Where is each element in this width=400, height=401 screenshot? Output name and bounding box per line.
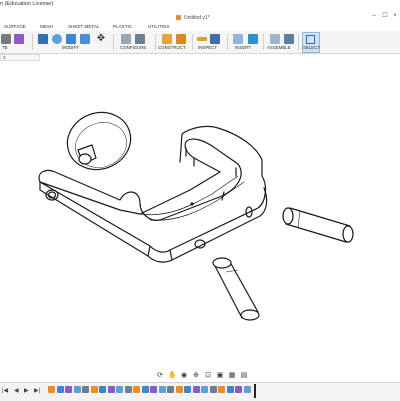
look-at-icon[interactable]: ◉: [180, 372, 188, 379]
tab-sheet-metal[interactable]: SHEET METAL: [68, 24, 99, 29]
insert-image-icon[interactable]: [248, 34, 258, 44]
pin-bottom: [212, 257, 260, 321]
viewport-icon[interactable]: ▤: [240, 372, 248, 379]
document-tab[interactable]: Untitled v1*: [176, 13, 210, 22]
fillet-icon[interactable]: [52, 34, 62, 44]
parameters-icon[interactable]: [121, 34, 131, 44]
timeline-feature-icon[interactable]: [116, 386, 123, 393]
separator: [298, 34, 299, 50]
group-assemble-label: ASSEMBLE: [267, 45, 291, 50]
timeline-feature-icon[interactable]: [192, 386, 200, 393]
configure-table-icon[interactable]: [135, 34, 145, 44]
timeline-feature-icon[interactable]: [48, 386, 55, 393]
timeline-play-button[interactable]: ▶: [24, 387, 29, 394]
midplane-icon[interactable]: [176, 34, 186, 44]
timeline-feature-icon[interactable]: [65, 386, 72, 393]
minimize-icon[interactable]: –: [370, 12, 378, 20]
timeline-feature-icon[interactable]: [158, 386, 166, 393]
title-bar: n (Education License): [0, 0, 400, 10]
separator: [263, 34, 264, 50]
ribbon-toolbar: TE ✥ MODIFY CONFIGURE CONSTRUCT INSPECT …: [0, 31, 400, 54]
orbit-icon[interactable]: ⟳: [156, 372, 164, 379]
group-inspect-label: INSPECT: [198, 45, 218, 50]
timeline-feature-icon[interactable]: [124, 386, 132, 393]
offset-plane-icon[interactable]: [162, 34, 172, 44]
group-configure-label: CONFIGURE: [120, 45, 147, 50]
timeline-feature-icon[interactable]: [184, 386, 191, 393]
grid-icon[interactable]: ▦: [228, 372, 236, 379]
chamfer-icon[interactable]: [66, 34, 76, 44]
insert-derive-icon[interactable]: [233, 34, 243, 44]
tab-surface[interactable]: SURFACE: [4, 24, 26, 29]
app-title: n (Education License): [0, 1, 54, 7]
timeline-feature-icon[interactable]: [201, 386, 208, 393]
timeline-feature-icon[interactable]: [167, 386, 174, 393]
zoom-icon[interactable]: ⊕: [192, 372, 200, 379]
group-construct-label: CONSTRUCT: [158, 45, 186, 50]
suction-cup: [66, 111, 132, 171]
timeline-feature-icon[interactable]: [209, 386, 217, 393]
timeline-feature-icon[interactable]: [141, 386, 149, 393]
timeline-feature-icon[interactable]: [82, 386, 89, 393]
timeline-prev-button[interactable]: ◀: [14, 387, 19, 394]
measure-icon[interactable]: [197, 37, 207, 41]
pan-icon[interactable]: ✋: [168, 372, 177, 379]
document-tab-label: Untitled v1*: [184, 14, 210, 21]
create-form-icon[interactable]: [14, 34, 24, 44]
timeline: |◀ ◀ ▶ ▶|: [0, 382, 400, 401]
display-settings-icon[interactable]: ▣: [216, 372, 224, 379]
document-icon: [176, 15, 181, 20]
timeline-marker[interactable]: [254, 384, 256, 398]
create-tool-icon[interactable]: [1, 34, 11, 44]
maximize-icon[interactable]: ☐: [381, 12, 389, 20]
timeline-feature-icon[interactable]: [133, 386, 140, 393]
tab-utilities[interactable]: UTILITIES: [148, 24, 169, 29]
shell-icon[interactable]: [80, 34, 90, 44]
select-icon: [306, 35, 315, 44]
close-icon[interactable]: ×: [391, 12, 399, 20]
timeline-end-button[interactable]: ▶|: [34, 387, 40, 394]
timeline-feature-icon[interactable]: [175, 386, 183, 393]
timeline-feature-icon[interactable]: [73, 386, 81, 393]
browser-panel-toggle[interactable]: ≡: [0, 54, 40, 61]
timeline-feature-icon[interactable]: [243, 386, 251, 393]
ribbon-tabs: SURFACE MESH SHEET METAL PLASTIC UTILITI…: [0, 23, 400, 31]
joint-icon[interactable]: [284, 34, 294, 44]
move-icon[interactable]: ✥: [96, 34, 106, 44]
timeline-feature-icon[interactable]: [90, 386, 98, 393]
timeline-feature-icon[interactable]: [226, 386, 234, 393]
timeline-feature-icon[interactable]: [235, 386, 242, 393]
tab-mesh[interactable]: MESH: [40, 24, 53, 29]
interference-icon[interactable]: [210, 34, 220, 44]
model-canvas[interactable]: [0, 62, 400, 368]
separator: [155, 34, 156, 50]
press-pull-icon[interactable]: [38, 34, 48, 44]
timeline-feature-icon[interactable]: [107, 386, 115, 393]
navigation-bar: ⟳ ✋ ◉ ⊕ ⊡ ▣ ▦ ▤: [150, 370, 250, 380]
timeline-feature-icon[interactable]: [150, 386, 157, 393]
group-modify-label: MODIFY: [62, 45, 80, 50]
timeline-feature-icon[interactable]: [56, 386, 64, 393]
new-component-icon[interactable]: [270, 34, 280, 44]
timeline-start-button[interactable]: |◀: [2, 387, 8, 394]
timeline-feature-icon[interactable]: [218, 386, 225, 393]
separator: [113, 34, 114, 50]
tab-plastic[interactable]: PLASTIC: [113, 24, 132, 29]
separator: [192, 34, 193, 50]
separator: [227, 34, 228, 50]
fit-icon[interactable]: ⊡: [204, 372, 212, 379]
separator: [32, 34, 33, 50]
browser-menu-icon: ≡: [3, 55, 6, 61]
timeline-feature-icon[interactable]: [99, 386, 106, 393]
pin-right: [282, 207, 354, 243]
group-insert-label: INSERT: [235, 45, 252, 50]
group-select-label: SELECT: [303, 45, 321, 50]
group-create-label: TE: [2, 45, 8, 50]
